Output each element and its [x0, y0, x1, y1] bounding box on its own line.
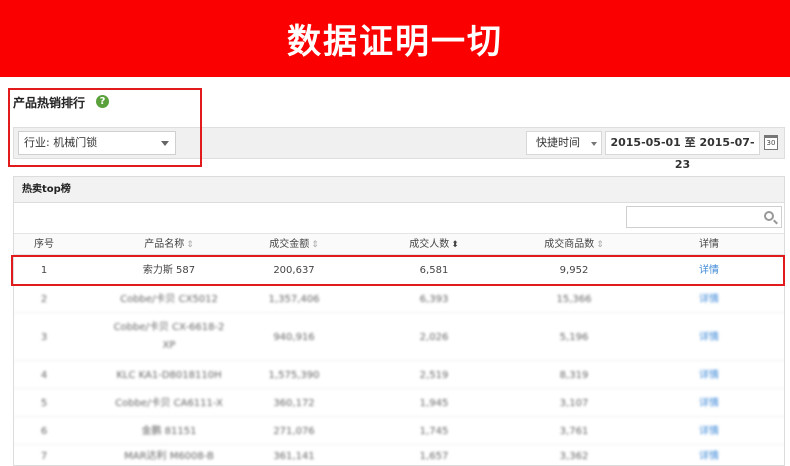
table-row: 4 KLC KA1-D8018110H 1,575,390 2,519 8,31… [14, 362, 784, 389]
quick-time-label: 快捷时间 [536, 136, 580, 149]
quick-time-select[interactable]: 快捷时间 [526, 131, 602, 155]
banner-title: 数据证明一切 [287, 22, 503, 62]
header-product-name[interactable]: 产品名称 ⇕ [94, 234, 244, 256]
banner: 数据证明一切 [0, 0, 790, 77]
table-header: 序号 产品名称 ⇕ 成交金额 ⇕ 成交人数 ⬍ 成交商品数 ⇕ 详情 [14, 233, 784, 255]
highlight-box-filter [8, 88, 202, 167]
header-buyers[interactable]: 成交人数 ⬍ [364, 234, 504, 256]
table-row: 5 Cobbe/卡贝 CA6111-X 360,172 1,945 3,107 … [14, 390, 784, 417]
detail-link[interactable]: 详情 [654, 446, 764, 463]
calendar-icon[interactable]: 30 [764, 135, 778, 150]
search-input[interactable] [626, 206, 782, 228]
detail-link[interactable]: 详情 [654, 362, 764, 389]
detail-link[interactable]: 详情 [654, 286, 764, 313]
header-items[interactable]: 成交商品数 ⇕ [504, 234, 644, 256]
detail-link[interactable]: 详情 [654, 418, 764, 445]
detail-link[interactable]: 详情 [654, 390, 764, 417]
highlight-box-row [11, 255, 785, 286]
date-range-field[interactable]: 2015-05-01 至 2015-07-23 [605, 131, 760, 171]
table-row: 6 金鹏 81151 271,076 1,745 3,761 详情 [14, 418, 784, 445]
search-icon[interactable] [764, 211, 774, 221]
table-row: 3 Cobbe/卡贝 CX-6618-2 XP 940,916 2,026 5,… [14, 314, 784, 361]
detail-link[interactable]: 详情 [654, 314, 764, 361]
table-row: 2 Cobbe/卡贝 CX5012 1,357,406 6,393 15,366… [14, 286, 784, 313]
header-amount[interactable]: 成交金额 ⇕ [224, 234, 364, 256]
header-index: 序号 [34, 239, 54, 250]
table-row: 7 MAR达利 M6008-B 361,141 1,657 3,362 详情 [14, 446, 784, 463]
header-detail: 详情 [699, 239, 719, 250]
panel-title: 热卖top榜 [14, 177, 784, 203]
chevron-down-icon [591, 142, 597, 146]
